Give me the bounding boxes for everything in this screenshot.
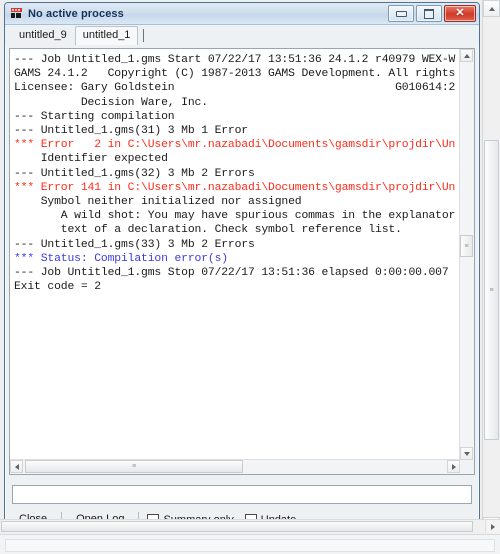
maximize-icon [424,8,434,19]
host-app-root: No active process ✕ untitled_9 untitled_… [0,0,500,554]
command-input-wrapper[interactable] [12,485,472,505]
close-window-button[interactable]: ✕ [444,5,476,22]
app-horizontal-scrollbar[interactable] [0,519,500,534]
grip-icon: ≡ [131,463,137,470]
log-scroll-down-button[interactable] [460,447,473,460]
app-status-bar-field [5,539,495,552]
log-line: --- Untitled_1.gms(31) 3 Mb 1 Error [14,125,248,138]
log-horizontal-scrollbar[interactable]: ≡ [10,459,460,474]
process-log-text[interactable]: --- Job Untitled_1.gms Start 07/22/17 13… [10,49,460,460]
caret-up-icon [488,6,495,11]
app-vertical-scroll-thumb[interactable]: ≡ [484,140,499,440]
maximize-button[interactable] [416,5,442,22]
log-line: *** Status: Compilation error(s) [14,252,228,265]
caret-down-icon [463,451,470,456]
process-window: No active process ✕ untitled_9 untitled_… [4,2,480,534]
log-scroll-left-button[interactable] [10,460,23,473]
log-line: --- Untitled_1.gms(33) 3 Mb 2 Errors [14,238,255,251]
log-vertical-scrollbar[interactable]: ≡ [459,49,474,460]
caret-left-icon [14,463,19,470]
tab-strip-caret [143,29,145,42]
log-line: Licensee: Gary Goldstein G010614:2 [14,82,456,95]
log-line: --- Job Untitled_1.gms Stop 07/22/17 13:… [14,267,449,280]
grip-icon: ≡ [464,242,469,250]
log-line: text of a declaration. Check symbol refe… [14,224,402,237]
window-title-bar: No active process ✕ [5,3,479,25]
log-vertical-scroll-thumb[interactable]: ≡ [460,235,473,257]
log-line: Exit code = 2 [14,280,460,294]
caret-up-icon [463,53,470,58]
log-line: *** Error 2 in C:\Users\mr.nazabadi\Docu… [14,139,456,152]
minimize-icon [395,10,407,17]
command-input[interactable] [13,487,471,505]
log-line: A wild shot: You may have spurious comma… [14,210,456,223]
log-horizontal-scroll-thumb[interactable]: ≡ [25,460,243,473]
minimize-button[interactable] [388,5,414,22]
log-line-highlighted: Exit code = 2 [14,281,101,294]
grip-icon: ≡ [489,286,494,294]
app-horizontal-scroll-thumb[interactable] [1,521,473,532]
log-line: --- Untitled_1.gms(32) 3 Mb 2 Errors [14,167,255,180]
caret-right-icon [451,463,456,470]
window-controls: ✕ [388,5,476,22]
log-line: Decision Ware, Inc. [14,96,208,109]
log-line: --- Starting compilation [14,110,175,123]
gams-process-icon [10,7,23,20]
log-line: Symbol neither initialized nor assigned [14,196,302,209]
log-line: --- Job Untitled_1.gms Start 07/22/17 13… [14,54,456,66]
log-line: GAMS 24.1.2 Copyright (C) 1987-2013 GAMS… [14,68,456,81]
window-title: No active process [28,7,124,20]
log-scroll-corner [460,460,474,474]
caret-right-icon [491,523,495,530]
tab-untitled-1[interactable]: untitled_1 [74,26,139,45]
process-log-panel: --- Job Untitled_1.gms Start 07/22/17 13… [9,48,475,475]
log-scroll-up-button[interactable] [460,49,473,62]
log-line: *** Error 141 in C:\Users\mr.nazabadi\Do… [14,181,456,194]
app-scroll-up-button[interactable] [483,0,500,17]
app-vertical-scrollbar[interactable]: ≡ [482,0,500,534]
tab-untitled-9[interactable]: untitled_9 [11,26,75,45]
app-status-bar [0,534,500,554]
log-line: Identifier expected [14,153,168,166]
close-icon: ✕ [455,7,465,19]
log-scroll-right-button[interactable] [447,460,460,473]
app-scroll-right-button[interactable] [485,520,500,533]
tab-strip: untitled_9 untitled_1 [5,25,479,45]
